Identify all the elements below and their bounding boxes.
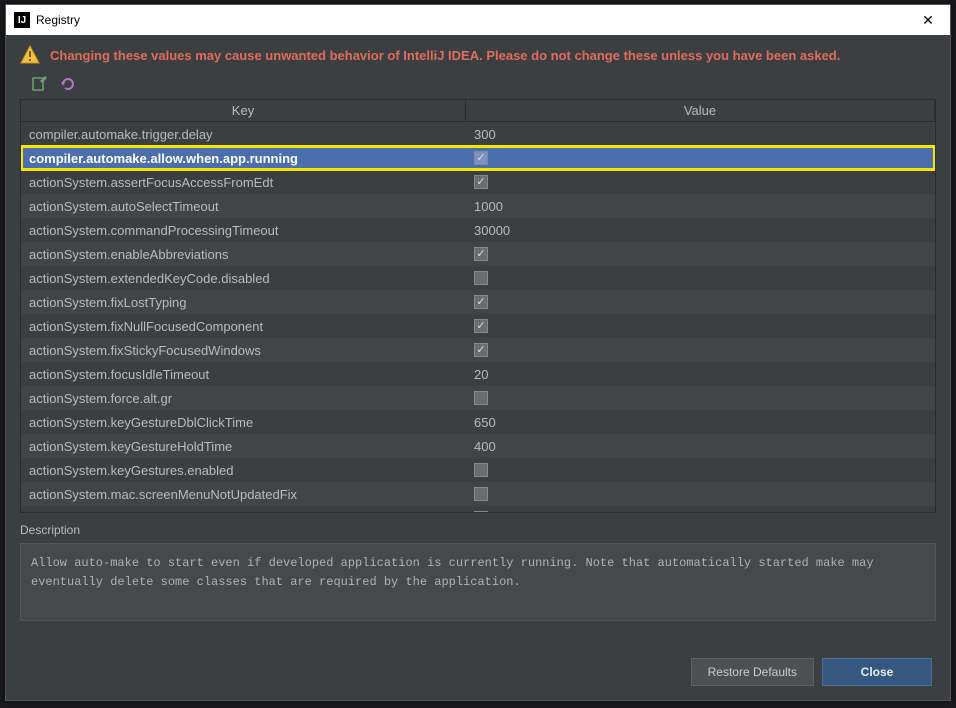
registry-value[interactable] [466, 271, 935, 285]
revert-icon[interactable] [58, 75, 76, 93]
registry-value[interactable] [466, 487, 935, 501]
checkbox[interactable] [474, 511, 488, 512]
window-title: Registry [36, 13, 908, 27]
toolbar [6, 71, 950, 99]
registry-key: actionSystem.keyGestureDblClickTime [21, 415, 466, 430]
warning-text: Changing these values may cause unwanted… [50, 48, 840, 63]
registry-value[interactable] [466, 295, 935, 309]
column-header-key[interactable]: Key [21, 100, 466, 121]
registry-key: actionSystem.autoSelectTimeout [21, 199, 466, 214]
registry-value[interactable] [466, 175, 935, 189]
checkbox[interactable] [474, 271, 488, 285]
button-bar: Restore Defaults Close [691, 658, 932, 686]
checkbox[interactable] [474, 175, 488, 189]
registry-key: actionSystem.assertFocusAccessFromEdt [21, 175, 466, 190]
registry-key: actionSystem.commandProcessingTimeout [21, 223, 466, 238]
warning-icon [20, 45, 40, 65]
checkbox[interactable] [474, 151, 488, 165]
registry-key: actionSystem.focusIdleTimeout [21, 367, 466, 382]
table-row[interactable]: actionSystem.keyGestures.enabled [21, 458, 935, 482]
registry-table: Key Value compiler.automake.trigger.dela… [20, 99, 936, 513]
registry-value[interactable]: 650 [466, 415, 935, 430]
checkbox[interactable] [474, 463, 488, 477]
registry-key: actionSystem.extendedKeyCode.disabled [21, 271, 466, 286]
table-row[interactable]: actionSystem.keyGestureDblClickTime650 [21, 410, 935, 434]
checkbox[interactable] [474, 295, 488, 309]
registry-value[interactable] [466, 319, 935, 333]
table-row[interactable]: actionSystem.enableAbbreviations [21, 242, 935, 266]
app-icon: IJ [14, 12, 30, 28]
registry-value[interactable] [466, 151, 935, 165]
close-icon[interactable]: ✕ [908, 6, 948, 34]
registry-dialog: IJ Registry ✕ Changing these values may … [5, 4, 951, 701]
column-header-value[interactable]: Value [466, 100, 935, 121]
table-row[interactable]: actionSystem.fixStickyFocusedWindows [21, 338, 935, 362]
registry-value[interactable]: 20 [466, 367, 935, 382]
table-row[interactable]: compiler.automake.trigger.delay300 [21, 122, 935, 146]
table-row[interactable]: actionSystem.autoSelectTimeout1000 [21, 194, 935, 218]
table-row[interactable]: actionSystem.keyGestureHoldTime400 [21, 434, 935, 458]
table-row[interactable]: actionSystem.mac.screenMenuNotUpdatedFix [21, 482, 935, 506]
registry-value[interactable]: 400 [466, 439, 935, 454]
table-row[interactable]: actionSystem.mouseGesturesEnabled [21, 506, 935, 512]
registry-key: actionSystem.mac.screenMenuNotUpdatedFix [21, 487, 466, 502]
registry-value[interactable] [466, 463, 935, 477]
table-row[interactable]: actionSystem.fixNullFocusedComponent [21, 314, 935, 338]
edit-icon[interactable] [30, 75, 48, 93]
table-row[interactable]: actionSystem.fixLostTyping [21, 290, 935, 314]
checkbox[interactable] [474, 343, 488, 357]
table-header: Key Value [21, 100, 935, 122]
registry-key: actionSystem.mouseGesturesEnabled [21, 511, 466, 513]
registry-key: actionSystem.fixStickyFocusedWindows [21, 343, 466, 358]
registry-value[interactable] [466, 247, 935, 261]
checkbox[interactable] [474, 247, 488, 261]
table-row[interactable]: actionSystem.assertFocusAccessFromEdt [21, 170, 935, 194]
registry-value[interactable]: 1000 [466, 199, 935, 214]
registry-value[interactable] [466, 391, 935, 405]
table-row[interactable]: actionSystem.force.alt.gr [21, 386, 935, 410]
checkbox[interactable] [474, 319, 488, 333]
description-panel: Description Allow auto-make to start eve… [20, 523, 936, 621]
checkbox[interactable] [474, 487, 488, 501]
table-row[interactable]: actionSystem.extendedKeyCode.disabled [21, 266, 935, 290]
warning-bar: Changing these values may cause unwanted… [6, 35, 950, 71]
table-row[interactable]: actionSystem.focusIdleTimeout20 [21, 362, 935, 386]
table-row[interactable]: compiler.automake.allow.when.app.running [21, 146, 935, 170]
registry-key: actionSystem.fixLostTyping [21, 295, 466, 310]
titlebar[interactable]: IJ Registry ✕ [6, 5, 950, 35]
registry-value[interactable] [466, 511, 935, 512]
registry-value[interactable]: 300 [466, 127, 935, 142]
registry-key: compiler.automake.trigger.delay [21, 127, 466, 142]
registry-key: actionSystem.keyGestureHoldTime [21, 439, 466, 454]
registry-value[interactable]: 30000 [466, 223, 935, 238]
description-label: Description [20, 523, 936, 537]
registry-key: actionSystem.enableAbbreviations [21, 247, 466, 262]
registry-value[interactable] [466, 343, 935, 357]
registry-key: actionSystem.fixNullFocusedComponent [21, 319, 466, 334]
checkbox[interactable] [474, 391, 488, 405]
description-text: Allow auto-make to start even if develop… [20, 543, 936, 621]
close-button[interactable]: Close [822, 658, 932, 686]
registry-key: actionSystem.force.alt.gr [21, 391, 466, 406]
registry-key: compiler.automake.allow.when.app.running [21, 151, 466, 166]
restore-defaults-button[interactable]: Restore Defaults [691, 658, 814, 686]
table-body[interactable]: compiler.automake.trigger.delay300compil… [21, 122, 935, 512]
table-row[interactable]: actionSystem.commandProcessingTimeout300… [21, 218, 935, 242]
registry-key: actionSystem.keyGestures.enabled [21, 463, 466, 478]
